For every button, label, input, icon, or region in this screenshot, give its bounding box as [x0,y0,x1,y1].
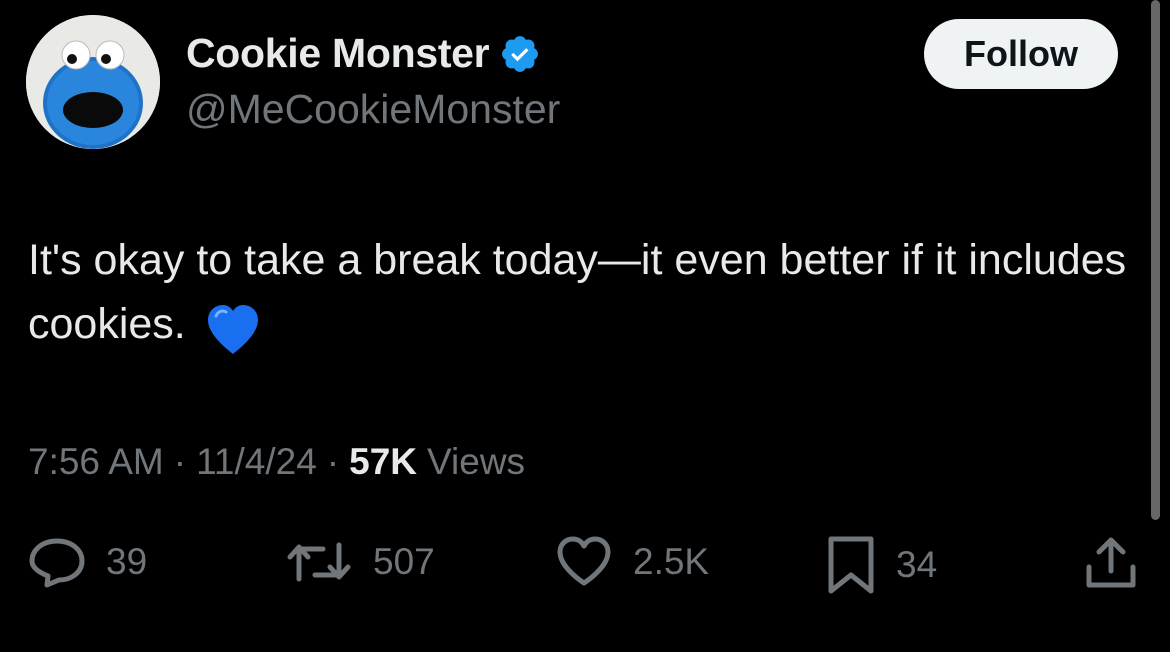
avatar[interactable] [26,15,160,149]
bookmark-count: 34 [896,544,938,585]
scrollbar[interactable] [1151,0,1160,520]
share-button[interactable] [1082,535,1140,591]
meta-separator: · [173,441,187,482]
reply-count: 39 [106,541,148,582]
tweet-date[interactable]: 11/4/24 [196,441,317,483]
meta-separator: · [326,441,340,482]
follow-button[interactable]: Follow [924,19,1118,89]
views-label[interactable]: Views [427,441,525,483]
reply-icon [28,535,86,589]
share-icon [1082,535,1140,591]
repost-icon [285,535,353,589]
tweet-meta: 7:56 AM · 11/4/24 · 57K Views [28,441,525,483]
views-count[interactable]: 57K [349,441,417,483]
bookmark-button[interactable]: 34 [826,535,937,595]
like-count: 2.5K [633,541,710,582]
author-handle[interactable]: @MeCookieMonster [186,86,560,133]
repost-count: 507 [373,541,435,582]
tweet-text: It's okay to take a break today—it even … [28,228,1153,374]
repost-button[interactable]: 507 [285,535,435,589]
tweet-time[interactable]: 7:56 AM [28,441,164,483]
author-name-row: Cookie Monster [186,30,541,77]
tweet-body: It's okay to take a break today—it even … [28,236,1139,348]
like-button[interactable]: 2.5K [555,535,709,589]
display-name[interactable]: Cookie Monster [186,30,490,77]
like-icon [555,535,613,589]
bookmark-icon [826,535,876,595]
verified-badge-icon[interactable] [499,33,541,75]
blue-heart-emoji-icon [204,302,262,374]
reply-button[interactable]: 39 [28,535,147,589]
cookie-monster-avatar-icon [26,15,160,149]
